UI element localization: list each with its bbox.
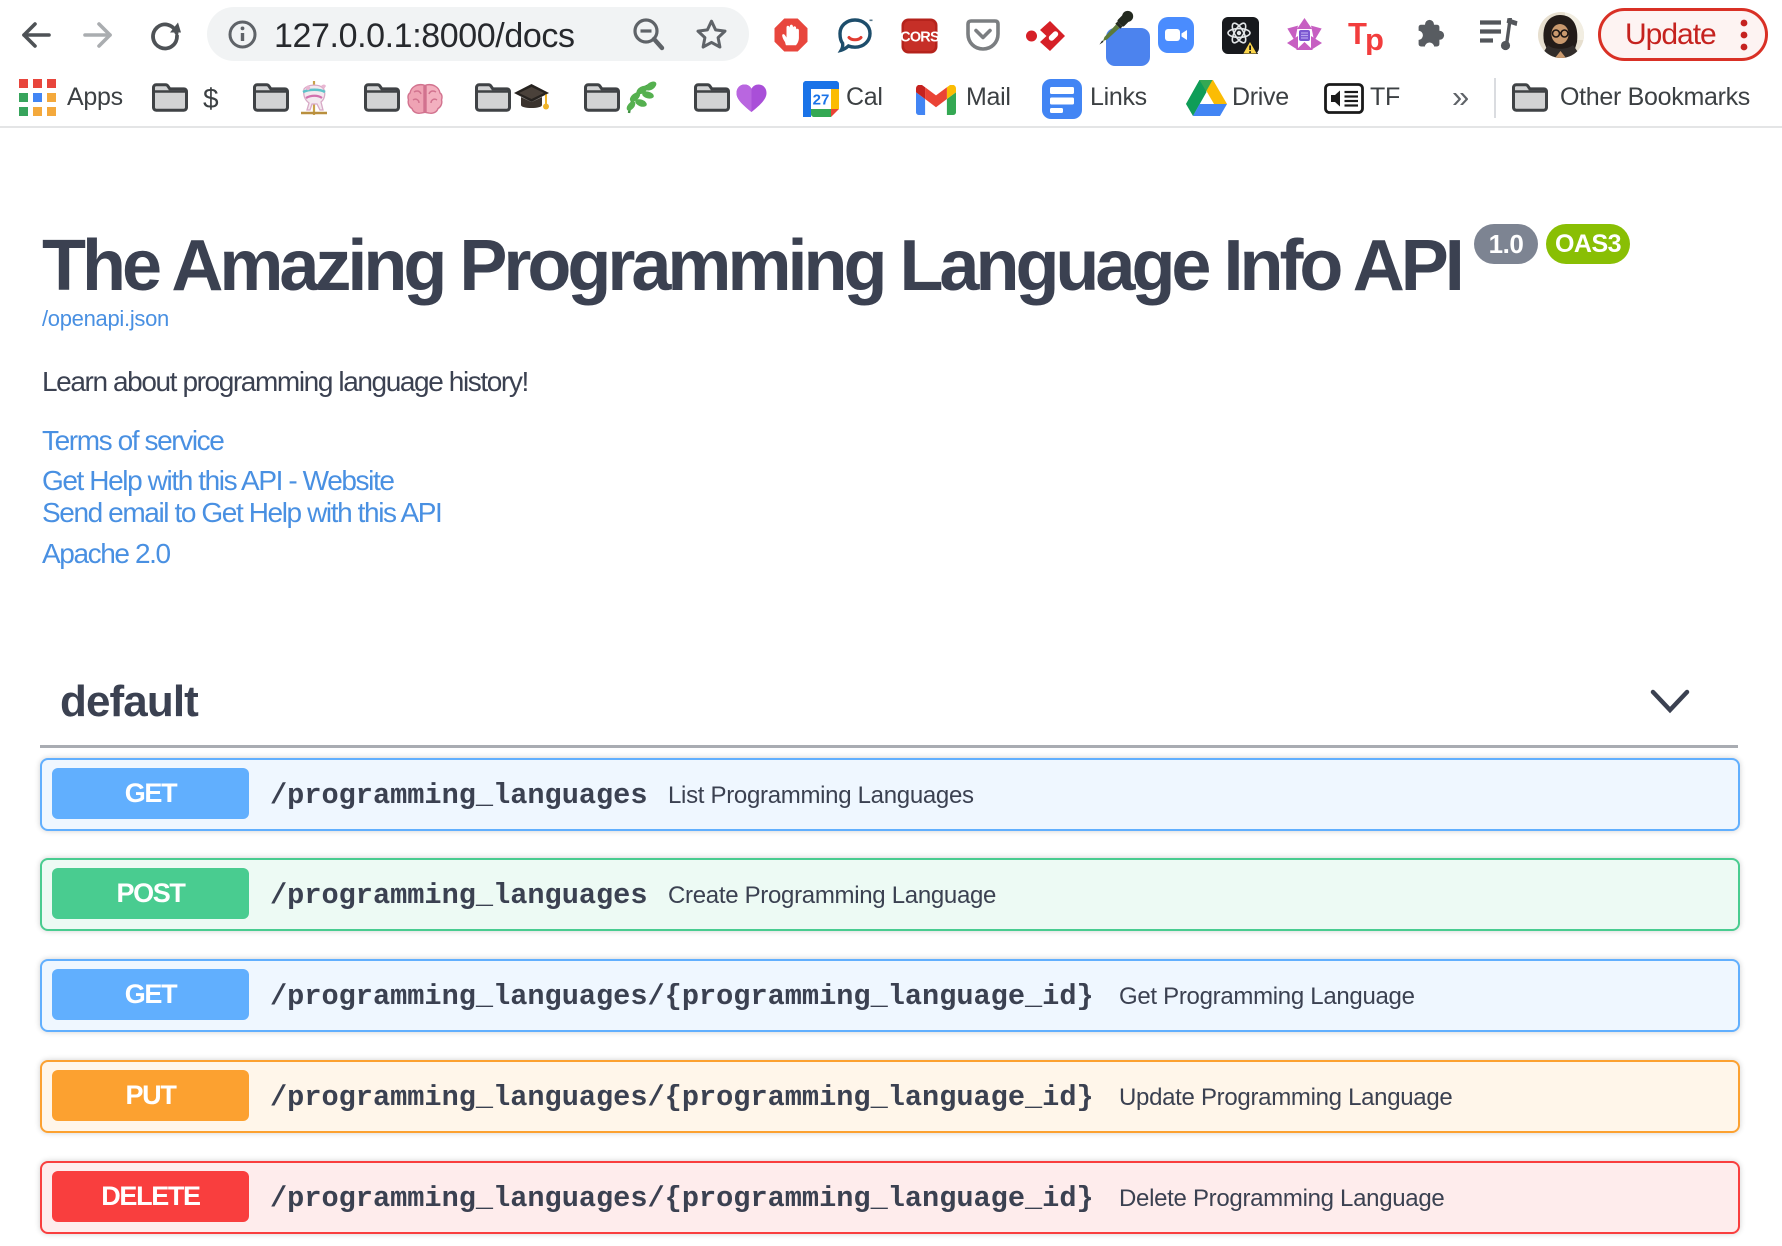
svg-text:CORS: CORS — [901, 30, 938, 46]
svg-text:p: p — [1365, 22, 1384, 55]
svg-text:27: 27 — [813, 92, 830, 109]
